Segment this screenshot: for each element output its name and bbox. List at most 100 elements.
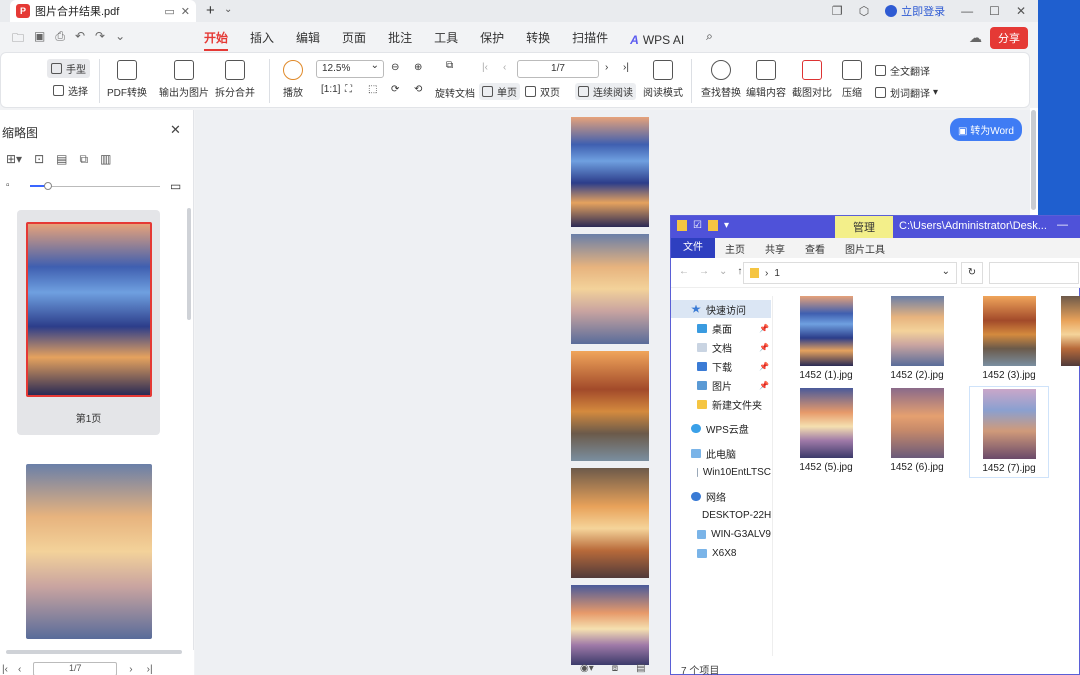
convert-to-word-button[interactable]: ▣ 转为Word	[950, 118, 1022, 141]
first-page-small-icon[interactable]: |‹	[2, 664, 8, 675]
tab-list-chevron-icon[interactable]: ⌄	[224, 4, 232, 15]
rotate-doc-button[interactable]: 旋转文档	[435, 85, 475, 100]
menu-page[interactable]: 页面	[342, 29, 366, 51]
menu-start[interactable]: 开始	[204, 29, 229, 51]
close-tab-icon[interactable]: ✕	[181, 5, 190, 18]
last-page-small-icon[interactable]: ›|	[147, 664, 153, 675]
zoom-select[interactable]: 12.5%	[316, 60, 384, 78]
single-page-button[interactable]: 单页	[479, 83, 520, 100]
nav-network[interactable]: 网络	[671, 487, 771, 505]
fit-page-icon[interactable]: ⛶	[345, 84, 352, 95]
nav-this-pc[interactable]: 此电脑	[671, 444, 771, 462]
extract-page-icon[interactable]: ▤	[56, 152, 67, 167]
pdf-convert-button[interactable]: PDF转换	[107, 60, 147, 99]
scroll-thumb[interactable]	[1031, 110, 1036, 210]
nav-new-folder[interactable]: 新建文件夹	[671, 395, 771, 413]
split-merge-button[interactable]: 拆分合并	[215, 60, 255, 99]
print-icon[interactable]: ⎙	[55, 29, 65, 50]
file-item[interactable]: 1452 (5).jpg	[786, 388, 866, 480]
minimize-icon[interactable]: —	[961, 4, 973, 18]
manage-tab[interactable]: 管理	[835, 216, 893, 240]
explorer-minimize-icon[interactable]: —	[1057, 219, 1068, 231]
slider-knob[interactable]	[44, 182, 52, 190]
read-mode-button[interactable]: 阅读模式	[643, 60, 683, 99]
window-mode-icon[interactable]: ▭	[164, 5, 174, 18]
continuous-read-button[interactable]: 连续阅读	[575, 83, 636, 100]
menu-scan[interactable]: 扫描件	[572, 29, 608, 51]
nav-pictures[interactable]: 图片 📌	[671, 376, 771, 394]
refresh-icon[interactable]: ↻	[961, 262, 983, 284]
fit-height-icon[interactable]: ⬚	[368, 84, 377, 95]
sidebar-hscrollbar[interactable]	[6, 650, 182, 654]
prev-page-small-icon[interactable]: ‹	[18, 664, 21, 675]
properties-icon[interactable]: ☑	[693, 220, 702, 231]
file-item[interactable]: 1452 (6).jpg	[877, 388, 957, 480]
menu-tools[interactable]: 工具	[434, 29, 458, 51]
edit-content-button[interactable]: 编辑内容	[746, 60, 786, 99]
open-folder-icon[interactable]: 🗀	[12, 29, 24, 50]
back-icon[interactable]: ←	[679, 266, 689, 277]
copy-page-icon[interactable]: ⧉	[79, 152, 88, 167]
compress-button[interactable]: 压缩	[842, 60, 862, 99]
actual-size-icon[interactable]: [1:1]	[321, 84, 340, 95]
insert-page-icon[interactable]: ⊡	[34, 152, 44, 167]
nav-drive[interactable]: Win10EntLTSC	[671, 463, 771, 481]
menu-annotate[interactable]: 批注	[388, 29, 412, 51]
page-view-icon[interactable]: ▤	[636, 663, 645, 674]
recent-dropdown-icon[interactable]: ⌄	[719, 266, 727, 277]
eye-protection-icon[interactable]: ◉▾	[580, 663, 594, 674]
find-replace-button[interactable]: 查找替换	[701, 60, 741, 99]
search-icon[interactable]: ⌕	[706, 29, 713, 51]
new-tab-icon[interactable]: +	[206, 2, 215, 19]
last-page-icon[interactable]: ›|	[623, 62, 629, 73]
address-dropdown-icon[interactable]: ⌄	[942, 266, 950, 277]
maximize-icon[interactable]: ☐	[989, 4, 1000, 18]
document-tab[interactable]: P 图片合并结果.pdf ▭ ✕	[10, 0, 196, 22]
nav-network-pc-3[interactable]: X6X8	[671, 544, 771, 562]
screenshot-compare-button[interactable]: 截图对比	[792, 60, 832, 99]
save-icon[interactable]: ▣	[34, 29, 45, 50]
next-page-icon[interactable]: ›	[605, 62, 608, 73]
sidebar-scrollbar[interactable]	[187, 208, 191, 320]
close-window-icon[interactable]: ✕	[1016, 4, 1026, 18]
single-view-icon[interactable]: ⧈	[612, 663, 618, 674]
nav-network-pc-2[interactable]: WIN-G3ALV9	[671, 525, 771, 543]
up-icon[interactable]: ↑	[737, 266, 742, 277]
cube-icon[interactable]: ⬡	[859, 4, 869, 18]
nav-desktop[interactable]: 桌面 📌	[671, 319, 771, 337]
next-page-small-icon[interactable]: ›	[129, 664, 132, 675]
prev-page-icon[interactable]: ‹	[503, 62, 506, 73]
tab-view[interactable]: 查看	[805, 241, 825, 256]
fit-width-icon[interactable]: ⧉	[446, 60, 453, 71]
share-button[interactable]: 分享	[990, 27, 1028, 49]
tab-share[interactable]: 共享	[765, 241, 785, 256]
double-page-button[interactable]: 双页	[525, 84, 560, 99]
nav-wps-cloud[interactable]: WPS云盘	[671, 419, 771, 437]
nav-downloads[interactable]: 下载 📌	[671, 357, 771, 375]
hand-tool-button[interactable]: 手型	[47, 59, 90, 78]
thumbnail-page-2[interactable]	[17, 452, 160, 675]
file-item-partial[interactable]	[1061, 296, 1080, 388]
zoom-out-icon[interactable]: ⊖	[391, 62, 399, 73]
close-sidebar-icon[interactable]: ✕	[170, 122, 181, 138]
tab-home[interactable]: 主页	[725, 241, 745, 256]
nav-network-pc-1[interactable]: DESKTOP-22H	[671, 506, 771, 524]
file-item[interactable]: 1452 (2).jpg	[877, 296, 957, 388]
play-button[interactable]: 播放	[283, 60, 303, 99]
grid-view-icon[interactable]: ⊞▾	[6, 152, 22, 167]
nav-quick-access[interactable]: 快速访问	[671, 300, 771, 318]
undo-icon[interactable]: ↶	[75, 29, 85, 50]
pane-divider[interactable]	[772, 296, 773, 656]
full-translate-button[interactable]: 全文翻译	[875, 63, 930, 78]
login-button[interactable]: 立即登录	[885, 3, 945, 19]
nav-documents[interactable]: 文档 📌	[671, 338, 771, 356]
new-folder-icon[interactable]	[707, 220, 718, 231]
rotate-doc-icon[interactable]: ⟲	[414, 84, 422, 95]
tab-picture-tools[interactable]: 图片工具	[845, 241, 885, 256]
restore-tabs-icon[interactable]: ❐	[832, 4, 843, 18]
explorer-search-input[interactable]	[989, 262, 1079, 284]
export-image-button[interactable]: 输出为图片	[159, 60, 209, 99]
replace-page-icon[interactable]: ▥	[100, 152, 111, 167]
zoom-in-icon[interactable]: ⊕	[414, 62, 422, 73]
word-translate-button[interactable]: 划词翻译 ▾	[875, 85, 938, 100]
